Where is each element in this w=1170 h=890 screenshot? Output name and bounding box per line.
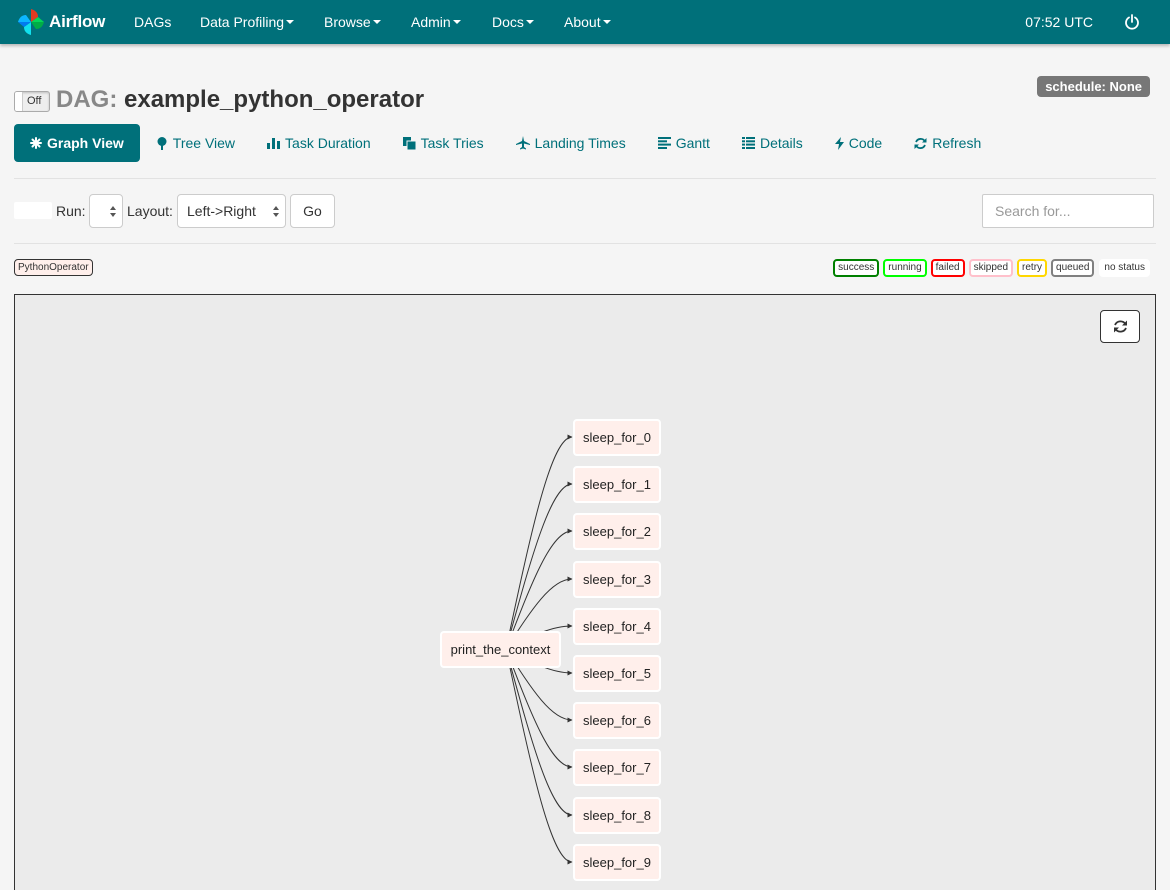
layout-value: Left->Right — [187, 203, 256, 219]
dag-pause-toggle[interactable]: Off — [14, 91, 50, 112]
state-legend: success running failed skipped retry que… — [829, 259, 1150, 277]
tab-label: Gantt — [675, 135, 710, 151]
edge-to-sleep-for-9 — [505, 648, 573, 865]
nav-data-profiling-label: Data Profiling — [200, 14, 285, 30]
tab-label: Details — [759, 135, 803, 151]
operator-badge: PythonOperator — [14, 259, 93, 276]
tab-gantt[interactable]: Gantt — [642, 124, 726, 162]
nav-about[interactable]: About — [564, 0, 611, 44]
legend-queued[interactable]: queued — [1051, 259, 1095, 277]
refresh-icon — [1113, 320, 1127, 333]
align-left-icon — [657, 137, 671, 149]
flash-icon — [834, 136, 844, 150]
toggle-label: Off — [27, 95, 42, 107]
dag-name: example_python_operator — [124, 86, 425, 113]
nav-browse[interactable]: Browse — [324, 0, 381, 44]
legend-no-status[interactable]: no status — [1099, 259, 1150, 277]
task-node-print-the-context[interactable]: print_the_context — [440, 631, 561, 668]
refresh-icon — [914, 137, 927, 149]
nav-docs-label: Docs — [492, 14, 524, 30]
run-label: Run: — [56, 203, 86, 219]
tab-details[interactable]: Details — [726, 124, 819, 162]
tab-refresh[interactable]: Refresh — [898, 124, 997, 162]
tab-label: Code — [848, 135, 883, 151]
divider — [14, 178, 1156, 179]
task-node-sleep-for-0[interactable]: sleep_for_0 — [573, 419, 661, 456]
go-button[interactable]: Go — [290, 194, 335, 228]
dag-view-tabs: Graph View Tree View Task Duration Task … — [14, 124, 997, 162]
legend-skipped[interactable]: skipped — [968, 259, 1014, 277]
legend-running[interactable]: running — [883, 259, 927, 277]
brand-name: Airflow — [49, 12, 106, 31]
dag-graph-canvas[interactable]: print_the_context sleep_for_0 sleep_for_1… — [14, 294, 1156, 890]
search-input[interactable] — [982, 194, 1154, 228]
duplicate-icon — [402, 136, 416, 150]
nav-dags[interactable]: DAGs — [134, 0, 171, 44]
task-node-sleep-for-4[interactable]: sleep_for_4 — [573, 608, 661, 645]
legend-failed[interactable]: failed — [930, 259, 965, 277]
tab-tree-view[interactable]: Tree View — [140, 124, 251, 162]
legend-success[interactable]: success — [833, 259, 880, 277]
navbar: Airflow DAGs Data Profiling Browse Admin… — [0, 0, 1170, 44]
legend-retry[interactable]: retry — [1017, 259, 1048, 277]
tab-label: Graph View — [47, 135, 124, 151]
tab-label: Refresh — [932, 135, 982, 151]
tree-icon — [157, 136, 167, 150]
nav-dags-label: DAGs — [134, 14, 172, 30]
layout-select[interactable]: Left->Right — [177, 194, 286, 228]
nav-admin-label: Admin — [411, 14, 451, 30]
task-node-sleep-for-6[interactable]: sleep_for_6 — [573, 702, 661, 739]
select-arrows-icon — [110, 206, 116, 217]
select-arrows-icon — [273, 206, 279, 217]
tab-label: Tree View — [172, 135, 236, 151]
task-node-sleep-for-9[interactable]: sleep_for_9 — [573, 844, 661, 881]
task-node-sleep-for-3[interactable]: sleep_for_3 — [573, 561, 661, 598]
caret-down-icon — [602, 20, 611, 24]
nav-about-label: About — [564, 14, 601, 30]
task-node-sleep-for-5[interactable]: sleep_for_5 — [573, 655, 661, 692]
tab-code[interactable]: Code — [819, 124, 898, 162]
tab-label: Landing Times — [534, 135, 626, 151]
nav-docs[interactable]: Docs — [492, 0, 534, 44]
list-icon — [741, 137, 755, 149]
tab-label: Task Tries — [420, 135, 484, 151]
layout-label: Layout: — [127, 203, 173, 219]
base-date-field[interactable] — [14, 202, 52, 219]
caret-down-icon — [525, 20, 534, 24]
nav-admin[interactable]: Admin — [411, 0, 461, 44]
divider — [14, 243, 1156, 244]
tab-landing-times[interactable]: Landing Times — [500, 124, 642, 162]
nav-data-profiling[interactable]: Data Profiling — [200, 0, 295, 44]
dag-prefix: DAG: — [56, 86, 118, 113]
airflow-pinwheel-logo — [18, 9, 44, 35]
utc-clock: 07:52 UTC — [1025, 14, 1093, 30]
task-node-sleep-for-7[interactable]: sleep_for_7 — [573, 749, 661, 786]
bar-chart-icon — [267, 138, 281, 149]
edge-to-sleep-for-0 — [505, 434, 573, 650]
logout-power-icon[interactable] — [1124, 14, 1140, 30]
toggle-knob — [15, 92, 23, 111]
brand-link[interactable]: Airflow — [16, 0, 118, 44]
task-node-sleep-for-8[interactable]: sleep_for_8 — [573, 797, 661, 834]
tab-label: Task Duration — [285, 135, 371, 151]
task-node-sleep-for-2[interactable]: sleep_for_2 — [573, 513, 661, 550]
page-title: DAG: example_python_operator — [56, 86, 424, 114]
caret-down-icon — [372, 20, 381, 24]
caret-down-icon — [286, 20, 295, 24]
asterisk-icon — [30, 137, 42, 149]
run-select[interactable] — [89, 194, 123, 228]
graph-refresh-button[interactable] — [1100, 310, 1140, 343]
tab-graph-view[interactable]: Graph View — [14, 124, 140, 162]
task-node-sleep-for-1[interactable]: sleep_for_1 — [573, 466, 661, 503]
tab-task-duration[interactable]: Task Duration — [251, 124, 387, 162]
plane-icon — [515, 136, 530, 150]
schedule-badge: schedule: None — [1037, 76, 1150, 97]
navbar-right: 07:52 UTC — [1025, 0, 1170, 44]
tab-task-tries[interactable]: Task Tries — [387, 124, 500, 162]
caret-down-icon — [452, 20, 461, 24]
nav-browse-label: Browse — [324, 14, 371, 30]
